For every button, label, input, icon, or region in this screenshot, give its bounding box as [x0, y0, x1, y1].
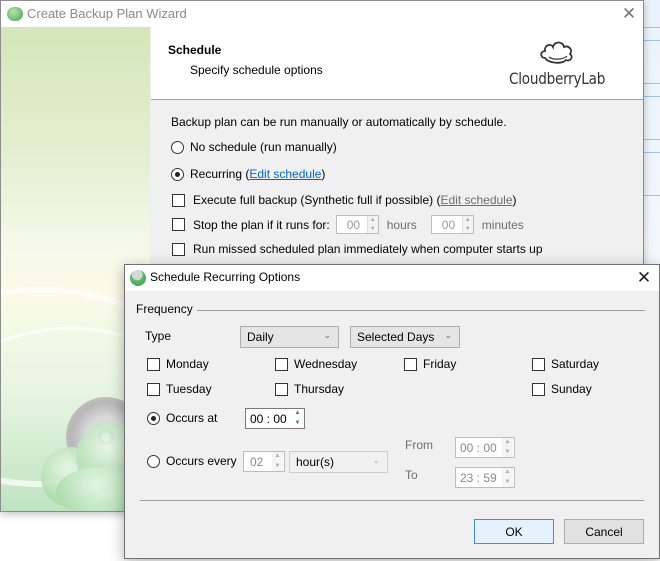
full-backup-checkbox[interactable]	[172, 193, 185, 207]
occurs-every-label: Occurs every	[166, 454, 237, 468]
saturday-checkbox[interactable]	[532, 357, 545, 371]
sunday-checkbox[interactable]	[532, 382, 545, 396]
cloudberry-app-icon	[130, 270, 146, 286]
spin-up-icon[interactable]: ▲	[367, 216, 378, 225]
recurring-option[interactable]: Recurring (Edit schedule)	[171, 167, 325, 181]
spin-down-icon[interactable]: ▼	[367, 224, 378, 233]
cancel-button[interactable]: Cancel	[564, 519, 644, 544]
to-time-input[interactable]: 23 : 59 ▲ ▼	[455, 467, 515, 488]
occurs-every-option[interactable]: Occurs every	[147, 454, 237, 468]
close-icon[interactable]: ✕	[619, 4, 639, 24]
close-icon[interactable]: ✕	[633, 267, 655, 289]
page-subtitle: Specify schedule options	[190, 63, 323, 77]
from-label: From	[405, 438, 433, 452]
hours-label: hours	[386, 217, 417, 232]
cloudberry-logo-icon	[540, 41, 573, 64]
button-divider	[140, 500, 644, 501]
recurring-label: Recurring	[190, 167, 243, 181]
dialog-titlebar[interactable]: Schedule Recurring Options ✕	[125, 265, 659, 291]
spin-down-icon[interactable]: ▼	[292, 419, 303, 429]
type-dropdown[interactable]: Daily ⌄	[240, 326, 339, 348]
interval-unit-dropdown[interactable]: hour(s) ⌄	[289, 451, 388, 473]
run-missed-option[interactable]: Run missed scheduled plan immediately wh…	[172, 242, 543, 256]
recurring-radio[interactable]	[171, 167, 184, 181]
type-label: Type	[145, 329, 172, 343]
chevron-down-icon: ⌄	[323, 330, 331, 340]
no-schedule-option[interactable]: No schedule (run manually)	[171, 140, 337, 154]
day-tuesday[interactable]: Tuesday	[147, 382, 212, 396]
chevron-down-icon: ⌄	[444, 330, 452, 340]
spin-up-icon[interactable]: ▲	[292, 409, 303, 419]
from-time-input[interactable]: 00 : 00 ▲ ▼	[455, 437, 515, 458]
occurs-at-option[interactable]: Occurs at	[147, 411, 217, 425]
full-backup-option[interactable]: Execute full backup (Synthetic full if p…	[172, 193, 517, 207]
wizard-header: Schedule Specify schedule options Cloudb…	[151, 27, 643, 100]
dialog-title: Schedule Recurring Options	[150, 270, 301, 284]
spin-down-icon[interactable]: ▼	[502, 477, 513, 487]
chevron-down-icon: ⌄	[372, 455, 380, 465]
run-missed-label: Run missed scheduled plan immediately wh…	[193, 242, 543, 256]
occurs-at-time-input[interactable]: 00 : 00 ▲ ▼	[245, 408, 305, 429]
spin-up-icon[interactable]: ▲	[502, 468, 513, 478]
edit-schedule-link[interactable]: Edit schedule	[249, 167, 321, 181]
tuesday-checkbox[interactable]	[147, 382, 160, 396]
stop-minutes-stepper[interactable]: 00 ▲ ▼	[430, 215, 474, 234]
spin-down-icon[interactable]: ▼	[502, 447, 513, 457]
day-monday[interactable]: Monday	[147, 357, 209, 371]
wednesday-checkbox[interactable]	[275, 357, 288, 371]
page-title: Schedule	[168, 43, 222, 57]
spin-down-icon[interactable]: ▼	[462, 224, 473, 233]
monday-checkbox[interactable]	[147, 357, 160, 371]
full-backup-label: Execute full backup (Synthetic full if p…	[193, 193, 434, 207]
stop-plan-checkbox[interactable]	[172, 218, 185, 231]
edit-full-schedule-link[interactable]: Edit schedule	[440, 193, 512, 207]
day-saturday[interactable]: Saturday	[532, 357, 599, 371]
to-label: To	[405, 468, 418, 482]
spin-down-icon[interactable]: ▼	[272, 461, 283, 471]
stop-plan-label: Stop the plan if it runs for:	[193, 217, 330, 232]
friday-checkbox[interactable]	[404, 357, 417, 371]
ok-button[interactable]: OK	[474, 519, 554, 544]
no-schedule-radio[interactable]	[171, 140, 184, 154]
cloudberry-app-icon	[7, 7, 23, 21]
no-schedule-label: No schedule (run manually)	[190, 140, 337, 154]
spin-up-icon[interactable]: ▲	[502, 438, 513, 448]
wizard-title: Create Backup Plan Wizard	[27, 6, 187, 21]
wizard-titlebar[interactable]: Create Backup Plan Wizard ✕	[1, 1, 643, 27]
occurs-every-radio[interactable]	[147, 454, 160, 468]
intro-text: Backup plan can be run manually or autom…	[171, 115, 507, 129]
day-sunday[interactable]: Sunday	[532, 382, 592, 396]
thursday-checkbox[interactable]	[275, 382, 288, 396]
schedule-recurring-dialog: Schedule Recurring Options ✕ Frequency T…	[124, 264, 660, 559]
minutes-label: minutes	[481, 217, 524, 232]
occurs-at-radio[interactable]	[147, 411, 160, 425]
spin-up-icon[interactable]: ▲	[272, 452, 283, 462]
day-friday[interactable]: Friday	[404, 357, 456, 371]
occurs-every-stepper[interactable]: 02 ▲ ▼	[243, 451, 285, 472]
brand-logo-text: CloudberryLab	[509, 69, 606, 88]
day-wednesday[interactable]: Wednesday	[275, 357, 357, 371]
stop-hours-stepper[interactable]: 00 ▲ ▼	[335, 215, 379, 234]
frequency-group-label: Frequency	[136, 302, 193, 316]
days-mode-dropdown[interactable]: Selected Days ⌄	[350, 326, 460, 348]
day-thursday[interactable]: Thursday	[275, 382, 344, 396]
frequency-divider	[197, 310, 645, 311]
run-missed-checkbox[interactable]	[172, 242, 185, 256]
stop-plan-option[interactable]: Stop the plan if it runs for: 00 ▲ ▼ hour…	[172, 215, 524, 234]
occurs-at-label: Occurs at	[166, 411, 218, 425]
spin-up-icon[interactable]: ▲	[462, 216, 473, 225]
